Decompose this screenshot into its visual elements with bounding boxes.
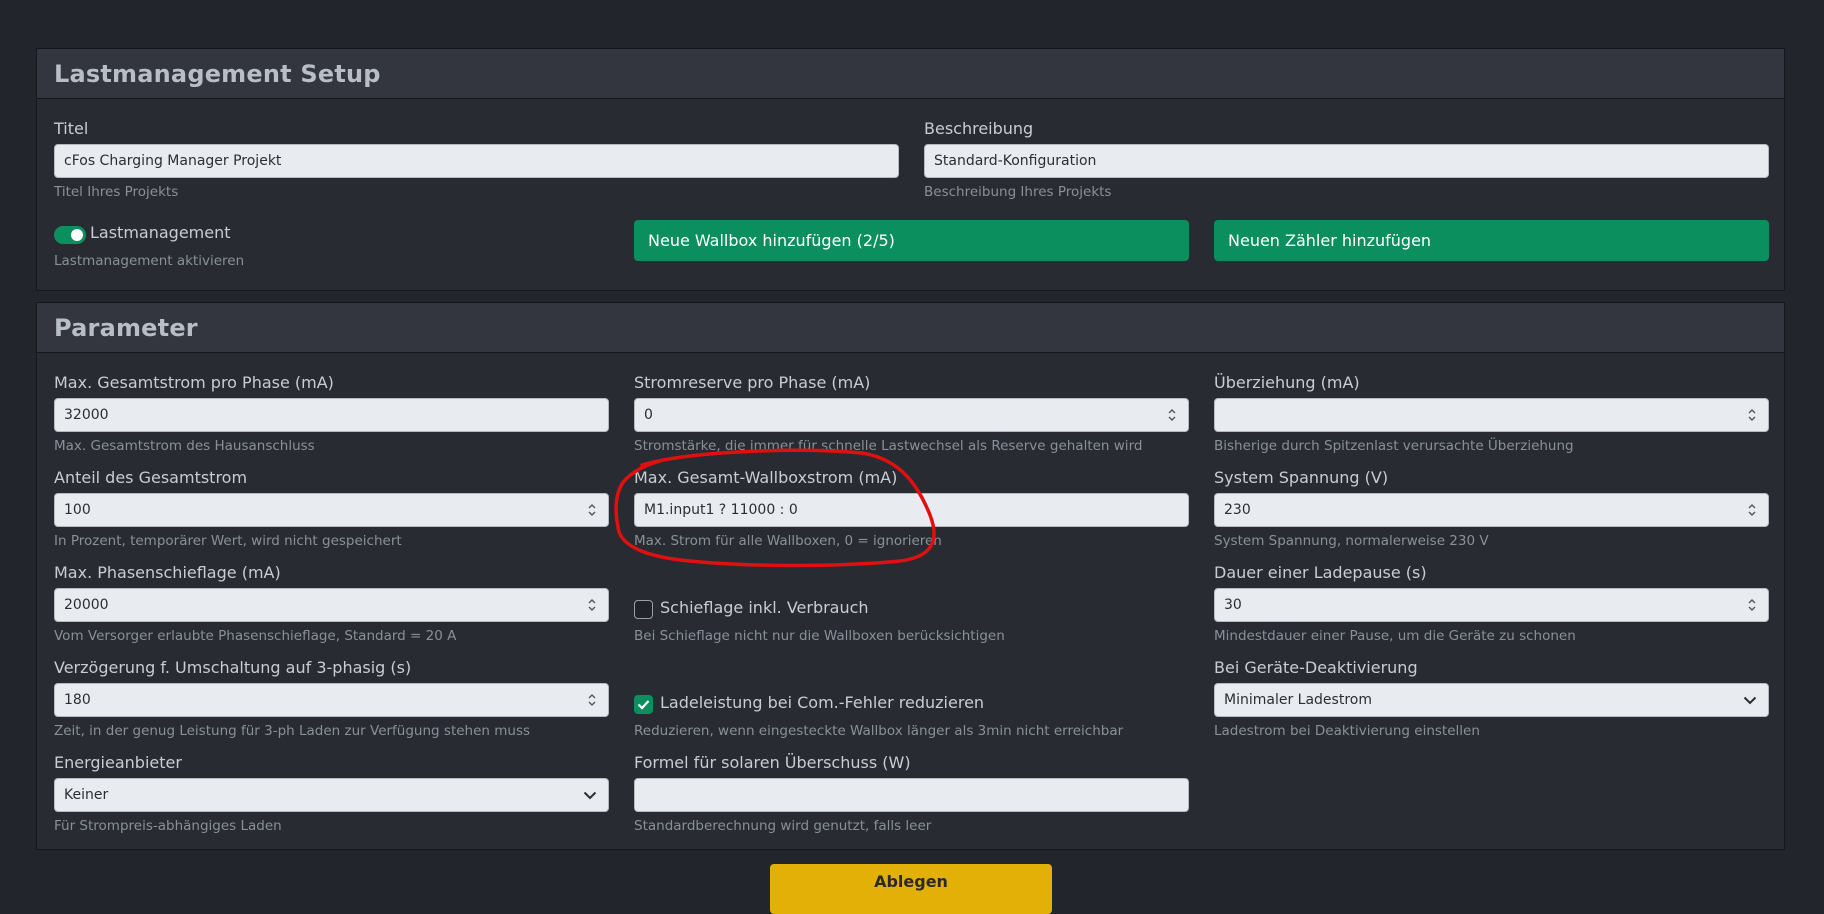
chevron-down-icon [582,787,598,803]
stromreserve-value: 0 [644,407,653,423]
phasenschieflage-label: Max. Phasenschieflage (mA) [54,563,281,582]
beschreibung-input[interactable]: Standard-Konfiguration [924,144,1769,178]
stepper-arrows-icon[interactable] [1747,597,1757,613]
titel-input-value: cFos Charging Manager Projekt [64,153,282,169]
energieanbieter-help: Für Strompreis-abhängiges Laden [54,818,282,834]
ladepause-value: 30 [1224,597,1242,613]
ladepause-help: Mindestdauer einer Pause, um die Geräte … [1214,628,1576,644]
max-gesamtstrom-value: 32000 [64,407,109,423]
ladepause-input[interactable]: 30 [1214,588,1769,622]
max-gesamtstrom-label: Max. Gesamtstrom pro Phase (mA) [54,373,334,392]
titel-label: Titel [54,119,89,138]
parameter-card: Parameter Max. Gesamtstrom pro Phase (mA… [36,302,1785,850]
energieanbieter-select[interactable]: Keiner [54,778,609,812]
deaktivierung-selected: Minimaler Ladestrom [1224,692,1372,708]
formel-ueberschuss-label: Formel für solaren Überschuss (W) [634,753,911,772]
system-spannung-help: System Spannung, normalerweise 230 V [1214,533,1489,549]
stepper-arrows-icon[interactable] [1747,502,1757,518]
deaktivierung-select[interactable]: Minimaler Ladestrom [1214,683,1769,717]
parameter-card-title: Parameter [54,313,198,342]
energieanbieter-label: Energieanbieter [54,753,182,772]
beschreibung-label: Beschreibung [924,119,1034,138]
ueberziehung-label: Überziehung (mA) [1214,373,1360,392]
stepper-arrows-icon[interactable] [587,692,597,708]
beschreibung-input-value: Standard-Konfiguration [934,153,1097,169]
lastmanagement-label: Lastmanagement [90,223,231,242]
stromreserve-input[interactable]: 0 [634,398,1189,432]
chevron-down-icon [1742,692,1758,708]
max-gesamtstrom-input[interactable]: 32000 [54,398,609,432]
ueberziehung-help: Bisherige durch Spitzenlast verursachte … [1214,438,1574,454]
system-spannung-input[interactable]: 230 [1214,493,1769,527]
titel-help: Titel Ihres Projekts [54,184,179,200]
stepper-arrows-icon[interactable] [1747,407,1757,423]
setup-card-header: Lastmanagement Setup [37,49,1784,99]
phasenschieflage-help: Vom Versorger erlaubte Phasenschieflage,… [54,628,457,644]
anteil-gesamtstrom-value: 100 [64,502,91,518]
parameter-card-header: Parameter [37,303,1784,353]
setup-card-title: Lastmanagement Setup [54,59,381,88]
ladepause-label: Dauer einer Ladepause (s) [1214,563,1427,582]
stromreserve-label: Stromreserve pro Phase (mA) [634,373,871,392]
anteil-gesamtstrom-label: Anteil des Gesamtstrom [54,468,248,487]
titel-input[interactable]: cFos Charging Manager Projekt [54,144,899,178]
ladeleistung-com-checkbox[interactable] [634,695,653,714]
schieflage-verbrauch-label: Schieflage inkl. Verbrauch [660,598,869,617]
verzoegerung-input[interactable]: 180 [54,683,609,717]
stepper-arrows-icon[interactable] [587,597,597,613]
checkmark-icon [637,700,650,710]
save-button[interactable]: Ablegen [770,864,1052,914]
formel-ueberschuss-input[interactable] [634,778,1189,812]
lastmanagement-toggle[interactable] [54,226,86,244]
verzoegerung-help: Zeit, in der genug Leistung für 3-ph Lad… [54,723,531,739]
system-spannung-label: System Spannung (V) [1214,468,1389,487]
phasenschieflage-value: 20000 [64,597,109,613]
toggle-knob [71,229,83,241]
formel-ueberschuss-help: Standardberechnung wird genutzt, falls l… [634,818,932,834]
stepper-arrows-icon[interactable] [1167,407,1177,423]
add-wallbox-button[interactable]: Neue Wallbox hinzufügen (2/5) [634,220,1189,261]
beschreibung-help: Beschreibung Ihres Projekts [924,184,1112,200]
ladeleistung-com-help: Reduzieren, wenn eingesteckte Wallbox lä… [634,723,1124,739]
schieflage-verbrauch-help: Bei Schieflage nicht nur die Wallboxen b… [634,628,1005,644]
anteil-gesamtstrom-input[interactable]: 100 [54,493,609,527]
ueberziehung-input[interactable] [1214,398,1769,432]
phasenschieflage-input[interactable]: 20000 [54,588,609,622]
ladeleistung-com-label: Ladeleistung bei Com.-Fehler reduzieren [660,693,985,712]
verzoegerung-value: 180 [64,692,91,708]
anteil-gesamtstrom-help: In Prozent, temporärer Wert, wird nicht … [54,533,402,549]
annotation-circle [614,448,936,568]
setup-card: Lastmanagement Setup Titel cFos Charging… [36,48,1785,291]
deaktivierung-label: Bei Geräte-Deaktivierung [1214,658,1418,677]
schieflage-verbrauch-checkbox[interactable] [634,600,653,619]
energieanbieter-selected: Keiner [64,787,109,803]
deaktivierung-help: Ladestrom bei Deaktivierung einstellen [1214,723,1480,739]
stepper-arrows-icon[interactable] [587,502,597,518]
system-spannung-value: 230 [1224,502,1251,518]
verzoegerung-label: Verzögerung f. Umschaltung auf 3-phasig … [54,658,412,677]
annotation-stroke [614,448,936,568]
lastmanagement-help: Lastmanagement aktivieren [54,253,245,269]
max-gesamtstrom-help: Max. Gesamtstrom des Hausanschluss [54,438,315,454]
add-meter-button[interactable]: Neuen Zähler hinzufügen [1214,220,1769,261]
